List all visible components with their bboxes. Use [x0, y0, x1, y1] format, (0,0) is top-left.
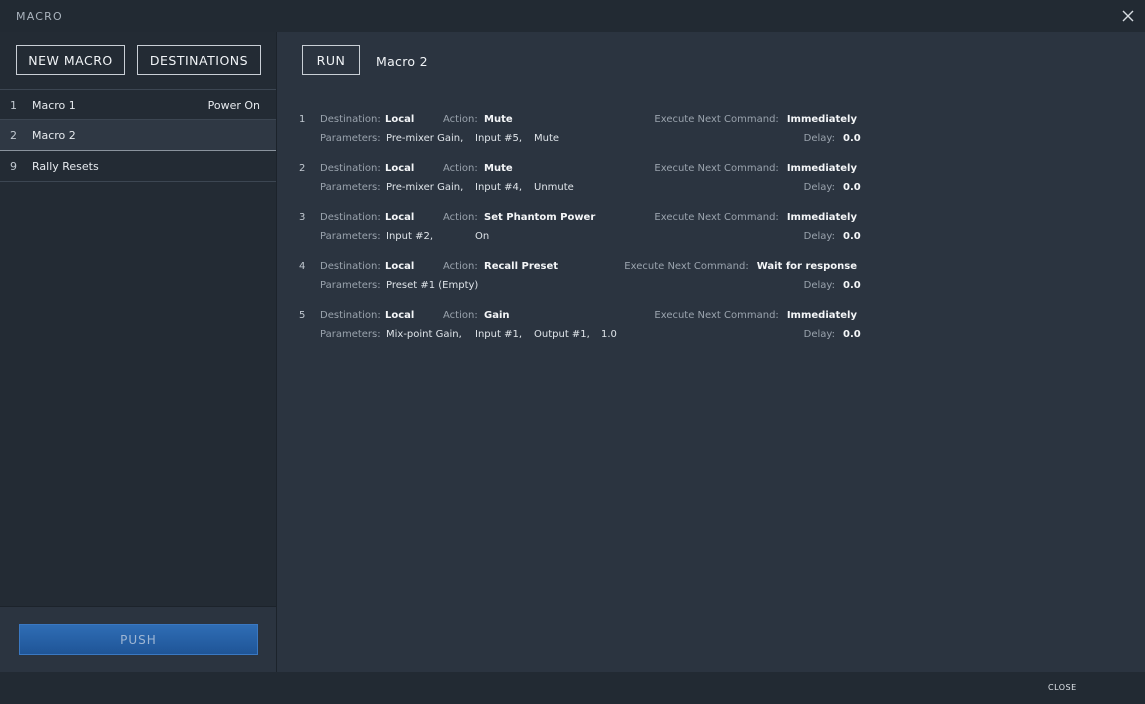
sidebar: NEW MACRO DESTINATIONS 1 Macro 1 Power O…: [0, 32, 277, 673]
delay-value: 0.0: [843, 231, 861, 242]
run-button[interactable]: RUN: [302, 45, 360, 75]
command-index: 1: [299, 114, 306, 125]
execute-next-label: Execute Next Command:: [654, 114, 779, 125]
action-value: Gain: [484, 310, 510, 321]
parameters-label: Parameters:: [320, 231, 381, 242]
macro-number: 9: [10, 160, 17, 173]
delay-value: 0.0: [843, 182, 861, 193]
new-macro-button[interactable]: NEW MACRO: [16, 45, 125, 75]
destination-label: Destination:: [320, 114, 381, 125]
delay-value: 0.0: [843, 280, 861, 291]
execute-next-value: Immediately: [786, 163, 857, 174]
action-label: Action:: [443, 310, 478, 321]
macro-number: 1: [10, 99, 17, 112]
action-value: Recall Preset: [484, 261, 559, 272]
action-value: Mute: [484, 163, 513, 174]
action-label: Action:: [443, 212, 478, 223]
push-area: PUSH: [0, 606, 276, 673]
delay-label: Delay:: [803, 231, 835, 242]
parameter-value: Output #1,: [534, 329, 590, 340]
parameters-label: Parameters:: [320, 280, 381, 291]
command-index: 3: [299, 212, 306, 223]
execute-next-label: Execute Next Command:: [624, 261, 749, 272]
execute-next-value: Immediately: [786, 212, 857, 223]
delay-label: Delay:: [803, 133, 835, 144]
parameter-value: Pre-mixer Gain,: [386, 133, 464, 144]
delay-value: 0.0: [843, 133, 861, 144]
action-value: Set Phantom Power: [484, 212, 596, 223]
destination-label: Destination:: [320, 310, 381, 321]
execute-next-label: Execute Next Command:: [654, 310, 779, 321]
parameter-value: Pre-mixer Gain,: [386, 182, 464, 193]
parameters-label: Parameters:: [320, 182, 381, 193]
parameter-value: Input #4,: [475, 182, 522, 193]
macro-item-1[interactable]: 1 Macro 1 Power On: [0, 89, 276, 120]
destination-value: Local: [385, 163, 415, 174]
parameter-value: Input #5,: [475, 133, 522, 144]
execute-next-value: Immediately: [786, 310, 857, 321]
destination-value: Local: [385, 310, 415, 321]
parameters-label: Parameters:: [320, 133, 381, 144]
parameter-value: Mute: [534, 133, 560, 144]
delay-label: Delay:: [803, 329, 835, 340]
command-row[interactable]: 5 Destination: Local Action: Gain Parameters:…: [277, 310, 1145, 350]
parameter-value: Input #1,: [475, 329, 522, 340]
destination-value: Local: [385, 212, 415, 223]
delay-label: Delay:: [803, 280, 835, 291]
parameter-value: Mix-point Gain,: [386, 329, 462, 340]
parameters-label: Parameters:: [320, 329, 381, 340]
macro-detail-panel: RUN Macro 2 1 Destination: Local Action: Mut…: [277, 32, 1145, 672]
command-index: 5: [299, 310, 306, 321]
command-row[interactable]: 1 Destination: Local Action: Mute Parameters:…: [277, 114, 1145, 154]
command-index: 4: [299, 261, 306, 272]
destination-label: Destination:: [320, 163, 381, 174]
macro-name: Macro 1: [32, 99, 76, 112]
execute-next-value: Wait for response: [756, 261, 857, 272]
macro-list: 1 Macro 1 Power On 2 Macro 2 9 Rally Res…: [0, 89, 276, 182]
command-index: 2: [299, 163, 306, 174]
action-label: Action:: [443, 114, 478, 125]
footer-bar: CLOSE: [0, 672, 1145, 704]
destination-value: Local: [385, 114, 415, 125]
delay-label: Delay:: [803, 182, 835, 193]
destination-label: Destination:: [320, 261, 381, 272]
macro-name: Macro 2: [32, 129, 76, 142]
macro-number: 2: [10, 129, 17, 142]
command-row[interactable]: 2 Destination: Local Action: Mute Parameters:…: [277, 163, 1145, 203]
parameter-value: Unmute: [534, 182, 574, 193]
close-button[interactable]: CLOSE: [1048, 683, 1077, 692]
parameter-value: Input #2,: [386, 231, 433, 242]
macro-name: Rally Resets: [32, 160, 99, 173]
title-bar: MACRO: [0, 0, 1145, 32]
action-label: Action:: [443, 163, 478, 174]
execute-next-value: Immediately: [786, 114, 857, 125]
parameter-value: On: [475, 231, 490, 242]
command-row[interactable]: 3 Destination: Local Action: Set Phantom Pow…: [277, 212, 1145, 252]
action-label: Action:: [443, 261, 478, 272]
macro-trigger: Power On: [207, 99, 260, 112]
delay-value: 0.0: [843, 329, 861, 340]
window-title: MACRO: [16, 10, 63, 23]
destination-label: Destination:: [320, 212, 381, 223]
command-row[interactable]: 4 Destination: Local Action: Recall Preset Pa…: [277, 261, 1145, 301]
execute-next-label: Execute Next Command:: [654, 212, 779, 223]
macro-item-9[interactable]: 9 Rally Resets: [0, 151, 276, 182]
execute-next-label: Execute Next Command:: [654, 163, 779, 174]
macro-title: Macro 2: [376, 54, 428, 69]
parameter-value: 1.0: [601, 329, 617, 340]
close-icon[interactable]: [1121, 8, 1135, 22]
parameter-value: Preset #1 (Empty): [386, 280, 479, 291]
destination-value: Local: [385, 261, 415, 272]
push-button[interactable]: PUSH: [19, 624, 258, 655]
destinations-button[interactable]: DESTINATIONS: [137, 45, 261, 75]
action-value: Mute: [484, 114, 513, 125]
macro-item-2[interactable]: 2 Macro 2: [0, 120, 276, 151]
